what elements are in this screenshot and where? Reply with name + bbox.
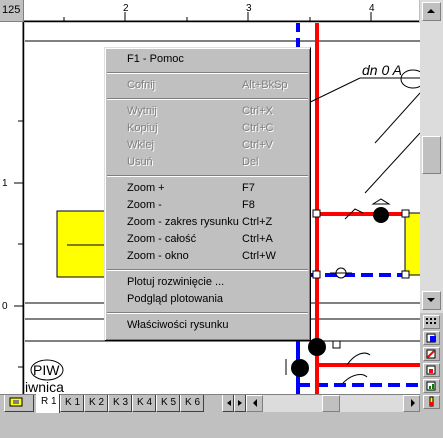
menu-item-zoom-okno[interactable]: Zoom - okno Ctrl+W <box>105 248 310 265</box>
layers-icon[interactable] <box>423 331 440 345</box>
tool-palette <box>420 313 443 413</box>
menu-item-shortcut: Ctrl+X <box>242 105 273 117</box>
label-piwnica: iwnica <box>25 379 64 394</box>
arrow-down-icon <box>427 298 435 302</box>
ruler-tick-2: 2 <box>123 3 129 14</box>
tab-scroll-left-button[interactable] <box>222 395 234 412</box>
menu-item-label: Zoom - okno <box>127 250 189 262</box>
menu-item-wklej[interactable]: Wklej Ctrl+V <box>105 137 310 154</box>
menu-item-label: Zoom - całość <box>127 233 197 245</box>
scroll-up-button[interactable] <box>422 2 441 21</box>
menu-item-shortcut: Ctrl+C <box>242 122 274 134</box>
ruler-tick-0: 0 <box>2 301 8 312</box>
menu-item-shortcut: F7 <box>242 182 255 194</box>
menu-item-usun[interactable]: Usuń Del <box>105 154 310 171</box>
menu-item-f1-pomoc[interactable]: F1 - Pomoc <box>105 51 310 68</box>
ruler-scale-label: 125 <box>2 4 21 16</box>
ruler-tick-1: 1 <box>2 178 8 189</box>
menu-item-plotuj-rozwinie-cie[interactable]: Plotuj rozwinięcie ... <box>105 274 310 291</box>
menu-item-zoom[interactable]: Zoom + F7 <box>105 180 310 197</box>
menu-item-shortcut: Del <box>242 156 259 168</box>
horizontal-scroll-thumb[interactable] <box>322 395 340 412</box>
menu-item-label: Zoom - zakres rysunku <box>127 216 239 228</box>
menu-separator <box>105 68 310 77</box>
ruler-tick-4: 4 <box>369 3 375 14</box>
radiator-right <box>404 212 420 276</box>
menu-item-label: Podgląd plotowania <box>127 293 224 305</box>
menu-item-zoom[interactable]: Zoom - F8 <box>105 197 310 214</box>
chart-icon[interactable] <box>423 379 440 393</box>
menu-item-label: Usuń <box>127 156 153 168</box>
menu-item-cofnij[interactable]: Cofnij Alt+BkSp <box>105 77 310 94</box>
menu-item-label: Właściwości rysunku <box>127 319 229 331</box>
sheet-tab-k2[interactable]: K 2 <box>84 395 108 412</box>
tab-scroll-right-button[interactable] <box>234 395 246 412</box>
arrow-up-icon <box>427 9 435 13</box>
menu-item-shortcut: Alt+BkSp <box>242 79 288 91</box>
thermometer-icon[interactable] <box>423 395 440 409</box>
arrow-right-icon <box>411 399 415 407</box>
vertical-ruler: 1 0 <box>0 22 24 394</box>
label-piw: PIW <box>33 362 60 378</box>
sheet-tab-k1[interactable]: K 1 <box>60 395 84 412</box>
menu-item-label: Kopiuj <box>127 122 158 134</box>
menu-separator <box>105 94 310 103</box>
menu-item-label: Zoom + <box>127 182 165 194</box>
scroll-left-button[interactable] <box>246 395 263 412</box>
menu-item-wytnij[interactable]: Wytnij Ctrl+X <box>105 103 310 120</box>
sheet-tab-k6[interactable]: K 6 <box>180 395 204 412</box>
menu-item-label: Plotuj rozwinięcie ... <box>127 276 225 288</box>
vertical-scrollbar[interactable] <box>420 0 443 313</box>
menu-item-shortcut: F8 <box>242 199 255 211</box>
horizontal-scrollbar[interactable] <box>246 395 420 412</box>
arrow-left-icon <box>253 399 257 407</box>
menu-separator <box>105 171 310 180</box>
pipe-tool-icon[interactable] <box>423 347 440 361</box>
ruler-corner: 125 <box>0 0 24 22</box>
sheet-tab-k4[interactable]: K 4 <box>132 395 156 412</box>
menu-separator <box>105 265 310 274</box>
sheet-tab-r1[interactable]: R 1 <box>36 394 60 413</box>
context-menu: F1 - Pomoc Cofnij Alt+BkSp Wytnij Ctrl+X Kopi… <box>104 47 311 341</box>
menu-item-w-as-ciwos-ci-rysunku[interactable]: Właściwości rysunku <box>105 317 310 334</box>
sheet-tab-bar: R 1K 1K 2K 3K 4K 5K 6 <box>0 394 420 413</box>
menu-item-label: Wytnij <box>127 105 157 117</box>
menu-item-shortcut: Ctrl+Z <box>242 216 273 228</box>
horizontal-ruler: 2 3 4 <box>24 0 419 22</box>
menu-item-zoom-ca-os-c[interactable]: Zoom - całość Ctrl+A <box>105 231 310 248</box>
sheet-nav-icon[interactable] <box>4 395 34 412</box>
menu-item-shortcut: Ctrl+V <box>242 139 273 151</box>
scroll-right-button[interactable] <box>403 395 420 412</box>
horizontal-ruler-ticks <box>24 12 419 21</box>
arrow-left-icon <box>227 400 231 406</box>
menu-item-label: Wklej <box>127 139 154 151</box>
menu-item-shortcut: Ctrl+W <box>242 250 276 262</box>
element-tool-icon[interactable] <box>423 363 440 377</box>
grid-icon[interactable] <box>423 315 440 329</box>
vertical-ruler-ticks <box>14 22 23 394</box>
menu-item-label: F1 - Pomoc <box>127 53 184 65</box>
label-dn: dn 0 A <box>362 62 402 78</box>
menu-item-shortcut: Ctrl+A <box>242 233 273 245</box>
sheet-tab-k5[interactable]: K 5 <box>156 395 180 412</box>
menu-item-label: Cofnij <box>127 79 156 91</box>
menu-item-kopiuj[interactable]: Kopiuj Ctrl+C <box>105 120 310 137</box>
menu-separator <box>105 308 310 317</box>
menu-item-podgla-d-plotowania[interactable]: Podgląd plotowania <box>105 291 310 308</box>
ruler-tick-3: 3 <box>246 3 252 14</box>
vertical-scroll-thumb[interactable] <box>422 136 441 174</box>
menu-item-label: Zoom - <box>127 199 162 211</box>
sheet-tab-k3[interactable]: K 3 <box>108 395 132 412</box>
arrow-right-icon <box>238 400 242 406</box>
menu-item-zoom-zakres-rysunku[interactable]: Zoom - zakres rysunku Ctrl+Z <box>105 214 310 231</box>
scroll-down-button[interactable] <box>422 291 441 310</box>
